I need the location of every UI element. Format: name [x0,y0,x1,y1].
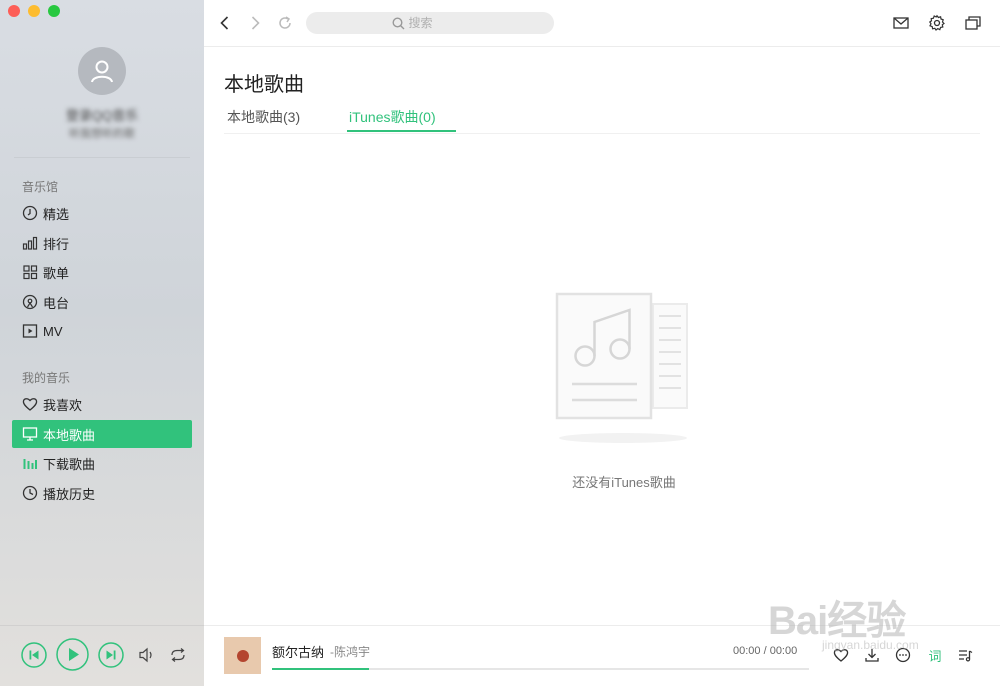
more-icon [895,647,911,663]
song-artist[interactable]: -陈鸿宇 [330,643,370,660]
user-icon [91,60,113,83]
mini-mode-button[interactable] [964,14,982,32]
section-title-music-hall: 音乐馆 [22,180,59,194]
tab-bar: 本地歌曲(3) iTunes歌曲(0) [224,107,980,134]
chart-bars-icon [22,235,38,251]
refresh-button[interactable] [276,14,294,32]
album-cover[interactable] [224,637,261,674]
sidebar-divider [14,157,190,158]
volume-button[interactable] [138,646,156,664]
window-switch-icon [965,16,981,30]
video-icon [22,323,38,339]
active-tab-indicator [347,130,456,132]
next-icon [98,642,124,668]
grid-icon [22,264,38,280]
sidebar-item-label: 下载歌曲 [43,456,96,472]
empty-state-message: 还没有iTunes歌曲 [572,475,676,490]
more-button[interactable] [894,646,912,664]
sidebar-item-label: 歌单 [43,265,70,281]
progress-fill [272,668,369,670]
page-title: 本地歌曲 [224,74,304,96]
sidebar-item-label: 排行 [43,236,70,252]
refresh-icon [279,16,291,29]
back-button[interactable] [216,14,234,32]
next-button[interactable] [98,642,124,668]
empty-state-illustration [555,292,691,444]
minimize-window-button[interactable] [28,5,40,17]
settings-button[interactable] [928,14,946,32]
sidebar: 登录QQ音乐 听我想听的歌 音乐馆 精选 排行 歌单 电台 MV 我的音乐 我喜… [0,0,204,686]
maximize-window-button[interactable] [48,5,60,17]
previous-icon [21,642,47,668]
sidebar-item-label: 我喜欢 [43,397,83,413]
login-subtitle: 听我想听的歌 [69,128,135,140]
sidebar-item-charts[interactable]: 排行 [12,229,192,257]
gear-icon [928,14,945,31]
play-button[interactable] [56,638,89,671]
sidebar-item-history[interactable]: 播放历史 [12,479,192,507]
volume-icon [139,647,152,663]
monitor-icon [22,426,38,442]
playlist-icon [959,650,973,662]
heart-icon [22,396,38,412]
play-icon [56,638,89,671]
clock-icon [22,485,38,501]
sidebar-item-label: 电台 [43,295,70,311]
featured-icon [22,205,38,221]
download-bars-icon [22,455,38,471]
progress-bar[interactable] [272,668,809,670]
forward-button[interactable] [246,14,264,32]
loop-mode-button[interactable] [169,646,187,664]
avatar[interactable] [78,47,126,95]
player-bar: 额尔古纳 -陈鸿宇 00:00 / 00:00 词 [204,625,1000,686]
album-art [236,649,249,662]
chevron-left-icon [220,16,229,30]
messages-button[interactable] [892,14,910,32]
download-button[interactable] [863,646,881,664]
sidebar-item-radio[interactable]: 电台 [12,288,192,316]
loop-icon [171,648,185,662]
playback-time: 00:00 / 00:00 [733,645,798,657]
sidebar-item-label: 本地歌曲 [43,427,96,443]
like-button[interactable] [832,646,850,664]
playlist-button[interactable] [956,646,974,664]
radio-icon [22,294,38,310]
search-box[interactable] [306,12,554,34]
login-title[interactable]: 登录QQ音乐 [0,105,204,124]
sidebar-item-local-songs[interactable]: 本地歌曲 [12,420,192,448]
close-window-button[interactable] [8,5,20,17]
sidebar-item-featured[interactable]: 精选 [12,199,192,227]
sidebar-item-mv[interactable]: MV [12,317,192,345]
lyrics-button[interactable]: 词 [926,646,944,664]
window-controls [8,5,60,17]
sidebar-item-label: MV [43,323,63,339]
sidebar-item-label: 播放历史 [43,486,96,502]
search-icon [391,16,404,29]
sidebar-item-label: 精选 [43,206,70,222]
previous-button[interactable] [21,642,47,668]
download-icon [865,649,879,662]
section-title-my-music: 我的音乐 [22,371,71,385]
tab-local-songs[interactable]: 本地歌曲(3) [227,107,300,133]
music-document-icon [555,292,688,443]
sidebar-item-downloads[interactable]: 下载歌曲 [12,449,192,477]
mail-icon [893,17,909,29]
toolbar [204,0,1000,47]
playback-controls [0,625,204,686]
sidebar-item-favorites[interactable]: 我喜欢 [12,390,192,418]
sidebar-item-playlists[interactable]: 歌单 [12,258,192,286]
chevron-right-icon [251,16,260,30]
heart-icon [833,649,849,662]
search-input[interactable] [408,16,469,30]
song-title[interactable]: 额尔古纳 [272,642,324,661]
